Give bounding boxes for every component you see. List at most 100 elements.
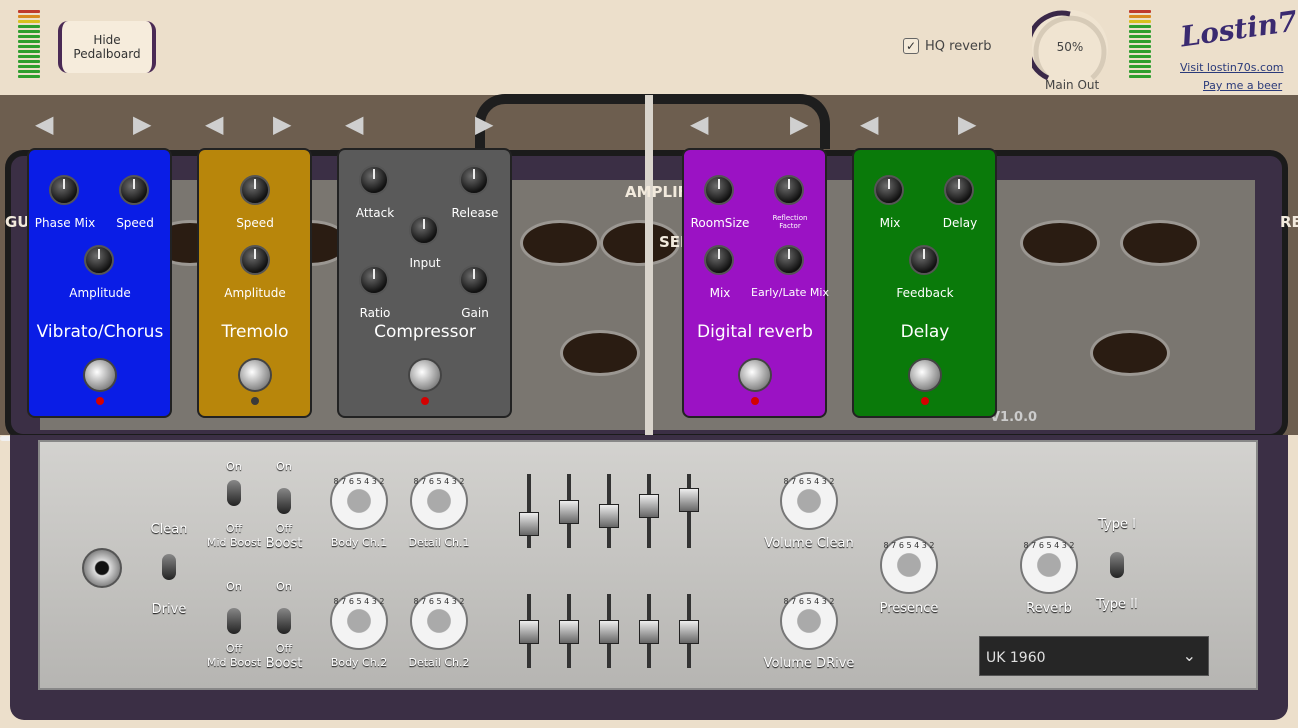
move-left-icon[interactable]: ◀ [860,110,878,138]
brand-logo: Lostin70s [1178,0,1298,54]
eq-slider[interactable] [679,594,699,668]
move-right-icon[interactable]: ▶ [133,110,151,138]
footswitch[interactable] [238,358,272,392]
knob-label: Amplitude [224,286,286,300]
phase-mix-knob[interactable] [49,175,79,205]
footswitch[interactable] [738,358,772,392]
reverb-label: Reverb [1026,601,1072,616]
volume-drive-label: Volume DRive [763,656,855,671]
knob-label: Mix [879,216,901,230]
attack-knob[interactable] [359,165,389,195]
clean-label: Clean [150,522,188,537]
move-right-icon[interactable]: ▶ [958,110,976,138]
move-left-icon[interactable]: ◀ [345,110,363,138]
mid-boost-ch2-label: Mid Boost [206,656,262,669]
reverb-dial[interactable]: 8 7 6 5 4 3 2 [1020,536,1078,594]
mid-boost-ch2-toggle[interactable] [227,608,241,634]
volume-drive-dial[interactable]: 8 7 6 5 4 3 2 [780,592,838,650]
eq-slider[interactable] [679,474,699,548]
on-label: On [276,580,292,593]
ratio-knob[interactable] [359,265,389,295]
input-knob[interactable] [409,215,439,245]
mix-knob[interactable] [874,175,904,205]
boost-ch2-toggle[interactable] [277,608,291,634]
eq-slider[interactable] [639,474,659,548]
dial-scale: 8 7 6 5 4 3 2 [413,597,465,606]
amplifier-label: AMPLIFIER [625,182,715,202]
knob-label: Ratio [359,306,391,320]
pedal-title: Compressor [374,322,476,342]
speed-knob[interactable] [119,175,149,205]
detail-ch1-dial[interactable]: 8 7 6 5 4 3 2 [410,472,468,530]
drive-label: Drive [151,602,187,617]
knob-label: Delay [942,216,978,230]
eq-slider[interactable] [599,474,619,548]
eq-slider[interactable] [599,594,619,668]
off-label: Off [275,642,293,655]
move-left-icon[interactable]: ◀ [35,110,53,138]
pedal-tremolo: Speed Amplitude Tremolo [197,148,312,418]
feedback-knob[interactable] [909,245,939,275]
type-ii-label: Type II [1096,597,1138,612]
reflection-factor-knob[interactable] [774,175,804,205]
status-led [921,397,929,405]
early-late-mix-knob[interactable] [774,245,804,275]
gain-knob[interactable] [459,265,489,295]
eq-slider[interactable] [519,474,539,548]
main-out-label: Main Out [1045,78,1100,92]
footswitch[interactable] [408,358,442,392]
body-ch2-dial[interactable]: 8 7 6 5 4 3 2 [330,592,388,650]
hide-pedalboard-button[interactable]: Hide Pedalboard [58,21,156,73]
footswitch[interactable] [908,358,942,392]
knob-label: Input [409,256,441,270]
amplitude-knob[interactable] [84,245,114,275]
channel-toggle[interactable] [162,554,176,580]
reverb-type-toggle[interactable] [1110,552,1124,578]
mid-boost-ch1-toggle[interactable] [227,480,241,506]
mix-knob[interactable] [704,245,734,275]
presence-label: Presence [879,601,939,616]
beer-link[interactable]: Pay me a beer [1203,79,1282,92]
release-knob[interactable] [459,165,489,195]
off-label: Off [225,642,243,655]
boost-ch1-toggle[interactable] [277,488,291,514]
hq-reverb-toggle[interactable]: ✓ HQ reverb [903,38,992,54]
pedal-title: Digital reverb [697,322,813,342]
delay-knob[interactable] [944,175,974,205]
version-label: V1.0.0 [990,410,1038,425]
eq-slider[interactable] [639,594,659,668]
speed-knob[interactable] [240,175,270,205]
amp-model-select[interactable]: UK 1960 ⌄ [979,636,1209,676]
volume-clean-dial[interactable]: 8 7 6 5 4 3 2 [780,472,838,530]
body-ch1-dial[interactable]: 8 7 6 5 4 3 2 [330,472,388,530]
main-out-knob[interactable]: 50% [1032,10,1108,86]
visit-link[interactable]: Visit lostin70s.com [1180,61,1284,74]
roomsize-knob[interactable] [704,175,734,205]
pedal-title: Delay [900,322,950,342]
amplitude-knob[interactable] [240,245,270,275]
knob-label: Gain [461,306,489,320]
move-left-icon[interactable]: ◀ [205,110,223,138]
dial-scale: 8 7 6 5 4 3 2 [1023,541,1075,550]
boost-ch2-label: Boost [265,656,303,671]
footswitch[interactable] [83,358,117,392]
knob-label: Early/Late Mix [751,286,829,299]
hq-reverb-checkbox[interactable]: ✓ [903,38,919,54]
eq-slider[interactable] [519,594,539,668]
eq-slider[interactable] [559,594,579,668]
move-right-icon[interactable]: ▶ [790,110,808,138]
main-out-value: 50% [1056,40,1084,54]
presence-dial[interactable]: 8 7 6 5 4 3 2 [880,536,938,594]
knob-label: Speed [116,216,154,230]
dial-scale: 8 7 6 5 4 3 2 [783,477,835,486]
pedal-delay: Mix Delay Feedback Delay [852,148,997,418]
knob-label: Reflection Factor [772,214,808,230]
move-right-icon[interactable]: ▶ [475,110,493,138]
dial-scale: 8 7 6 5 4 3 2 [883,541,935,550]
body-ch2-label: Body Ch.2 [330,656,388,669]
detail-ch2-dial[interactable]: 8 7 6 5 4 3 2 [410,592,468,650]
volume-clean-label: Volume Clean [764,536,854,551]
move-right-icon[interactable]: ▶ [273,110,291,138]
move-left-icon[interactable]: ◀ [690,110,708,138]
eq-slider[interactable] [559,474,579,548]
